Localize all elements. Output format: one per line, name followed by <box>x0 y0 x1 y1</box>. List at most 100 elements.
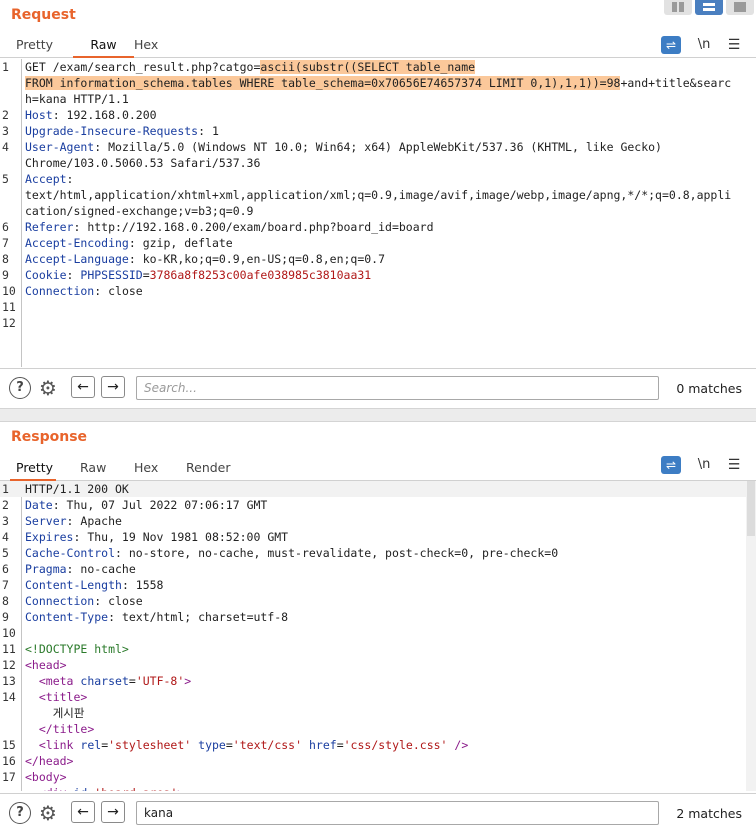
code-token: h=kana HTTP/1.1 <box>25 92 129 106</box>
code-token: = <box>142 268 150 282</box>
code-line: 6 Pragma: no-cache <box>0 561 756 577</box>
help-icon[interactable]: ? <box>9 802 31 824</box>
line-code: <link rel='stylesheet' type='text/css' h… <box>25 737 468 753</box>
line-code: HTTP/1.1 200 OK <box>25 481 129 497</box>
line-number: 4 <box>2 140 9 154</box>
line-number: 14 <box>2 690 16 704</box>
wrap-lines-icon[interactable]: ⇌ <box>661 36 681 54</box>
code-token: href <box>308 738 337 752</box>
request-menu-icon[interactable]: ☰ <box>724 36 744 54</box>
response-tab-render[interactable]: Render <box>180 460 237 481</box>
code-token: <link <box>38 738 81 752</box>
code-token: <div <box>39 786 74 791</box>
line-code: Cache-Control: no-store, no-cache, must-… <box>25 545 558 561</box>
request-tab-hex[interactable]: Hex <box>128 37 164 58</box>
code-token: type <box>198 738 226 752</box>
response-tab-pretty[interactable]: Pretty <box>10 460 56 481</box>
code-token: cation/signed-exchange;v=b3;q=0.9 <box>25 204 254 218</box>
line-code: Connection: close <box>25 283 143 299</box>
search-previous-button[interactable]: ← <box>71 376 95 398</box>
code-token: Connection <box>25 594 95 608</box>
layout-side-by-side-icon[interactable] <box>664 0 692 15</box>
response-panel: Response Pretty Raw Hex Render ⇌ \n ☰ 1 H… <box>0 422 756 831</box>
response-tab-hex[interactable]: Hex <box>128 460 164 481</box>
code-token: : http://192.168.0.200/exam/board.php?bo… <box>73 220 434 234</box>
code-token: ascii(substr((SELECT table_name <box>260 60 476 74</box>
line-number: 10 <box>2 284 16 298</box>
code-token: = <box>336 738 344 752</box>
code-token: Host <box>25 108 53 122</box>
code-line: <div id='board_area'> <box>0 785 756 791</box>
response-editor[interactable]: 1 HTTP/1.1 200 OK 2 Date: Thu, 07 Jul 2022 … <box>0 481 756 791</box>
code-token: Accept-Language <box>25 252 129 266</box>
help-icon[interactable]: ? <box>9 377 31 399</box>
response-menu-icon[interactable]: ☰ <box>724 456 744 474</box>
code-token: 'css/style.css' <box>343 738 448 752</box>
response-search-input[interactable]: kana <box>136 801 659 825</box>
line-code: Accept: <box>25 171 73 187</box>
code-token: Content-Type <box>25 610 109 624</box>
code-token: Cookie <box>25 268 67 282</box>
line-code: <!DOCTYPE html> <box>25 641 129 657</box>
request-editor[interactable]: 1 GET /exam/search_result.php?catgo=ascii… <box>0 59 756 367</box>
code-line: h=kana HTTP/1.1 <box>0 91 756 107</box>
line-code: text/html,application/xhtml+xml,applicat… <box>25 187 731 203</box>
code-line: 5 Cache-Control: no-store, no-cache, must… <box>0 545 756 561</box>
request-tab-pretty[interactable]: Pretty <box>10 37 59 58</box>
panel-divider[interactable] <box>0 408 756 422</box>
code-line: 10 <box>0 625 756 641</box>
line-number: 13 <box>2 674 16 688</box>
code-token: : text/html; charset=utf-8 <box>108 610 289 624</box>
show-newlines-icon[interactable]: \n <box>694 456 714 474</box>
line-number: 9 <box>2 268 9 282</box>
line-code: User-Agent: Mozilla/5.0 (Windows NT 10.0… <box>25 139 662 155</box>
code-token: User-Agent <box>25 140 95 154</box>
code-line: 9 Cookie: PHPSESSID=3786a8f8253c00afe0389… <box>0 267 756 283</box>
request-search-input[interactable]: Search... <box>136 376 659 400</box>
line-code: Upgrade-Insecure-Requests: 1 <box>25 123 219 139</box>
code-token: </head> <box>25 754 74 768</box>
request-tab-raw[interactable]: Raw <box>73 37 134 58</box>
code-line: 1 GET /exam/search_result.php?catgo=ascii… <box>0 59 756 75</box>
code-line: 2 Host: 192.168.0.200 <box>0 107 756 123</box>
line-code: Content-Length: 1558 <box>25 577 163 593</box>
request-title: Request <box>11 7 76 23</box>
code-token: Expires <box>25 530 74 544</box>
line-number: 10 <box>2 626 16 640</box>
code-token: : gzip, deflate <box>128 236 233 250</box>
search-previous-button[interactable]: ← <box>71 801 95 823</box>
line-number: 3 <box>2 514 9 528</box>
search-next-button[interactable]: → <box>101 376 125 398</box>
layout-tabs-icon[interactable] <box>726 0 754 15</box>
show-newlines-icon[interactable]: \n <box>694 36 714 54</box>
gear-icon[interactable]: ⚙ <box>37 377 59 399</box>
request-match-count: 0 matches <box>676 381 742 396</box>
code-line: FROM information_schema.tables WHERE tab… <box>0 75 756 91</box>
code-line: cation/signed-exchange;v=b3;q=0.9 <box>0 203 756 219</box>
line-code: </head> <box>25 753 73 769</box>
line-code: GET /exam/search_result.php?catgo=ascii(… <box>25 59 476 75</box>
code-line: 3 Server: Apache <box>0 513 756 529</box>
scrollbar-thumb[interactable] <box>747 481 755 536</box>
line-number: 1 <box>2 482 9 496</box>
code-token: : no-cache <box>66 562 136 576</box>
code-token: : Thu, 19 Nov 1981 08:52:00 GMT <box>73 530 289 544</box>
line-number: 5 <box>2 546 9 560</box>
code-line: 10 Connection: close <box>0 283 756 299</box>
response-tab-raw[interactable]: Raw <box>74 460 112 481</box>
line-number: 6 <box>2 220 9 234</box>
code-token: 3786a8f8253c00afe038985c3810aa31 <box>149 268 372 282</box>
code-token: Date <box>25 498 53 512</box>
code-line: Chrome/103.0.5060.53 Safari/537.36 <box>0 155 756 171</box>
code-token: Accept-Encoding <box>25 236 129 250</box>
response-scrollbar[interactable] <box>746 481 756 791</box>
line-code: Chrome/103.0.5060.53 Safari/537.36 <box>25 155 260 171</box>
code-token: > <box>177 786 184 791</box>
search-next-button[interactable]: → <box>101 801 125 823</box>
wrap-lines-icon[interactable]: ⇌ <box>661 456 681 474</box>
code-token: : Mozilla/5.0 (Windows NT 10.0; Win64; x… <box>94 140 662 154</box>
gear-icon[interactable]: ⚙ <box>37 802 59 824</box>
layout-stacked-icon[interactable] <box>695 0 723 15</box>
